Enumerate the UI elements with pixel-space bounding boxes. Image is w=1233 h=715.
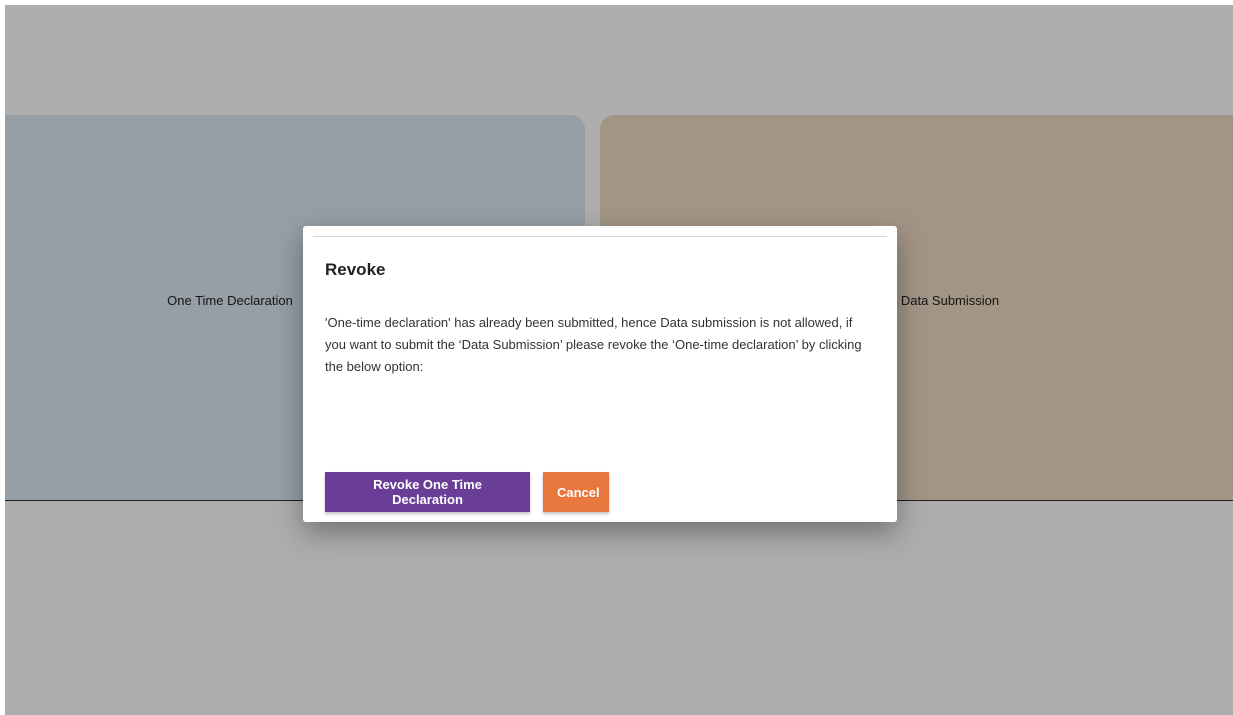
- dialog-message: 'One-time declaration' has already been …: [325, 315, 862, 374]
- dialog-title: Revoke: [325, 260, 386, 279]
- revoke-one-time-declaration-button[interactable]: Revoke One Time Declaration: [325, 472, 530, 512]
- revoke-dialog: Revoke 'One-time declaration' has alread…: [303, 226, 897, 522]
- dialog-actions: Revoke One Time Declaration Cancel: [325, 472, 609, 512]
- cancel-button[interactable]: Cancel: [543, 472, 609, 512]
- page-viewport: One Time Declaration Data Submission Rev…: [5, 5, 1233, 715]
- dialog-divider: [313, 236, 887, 237]
